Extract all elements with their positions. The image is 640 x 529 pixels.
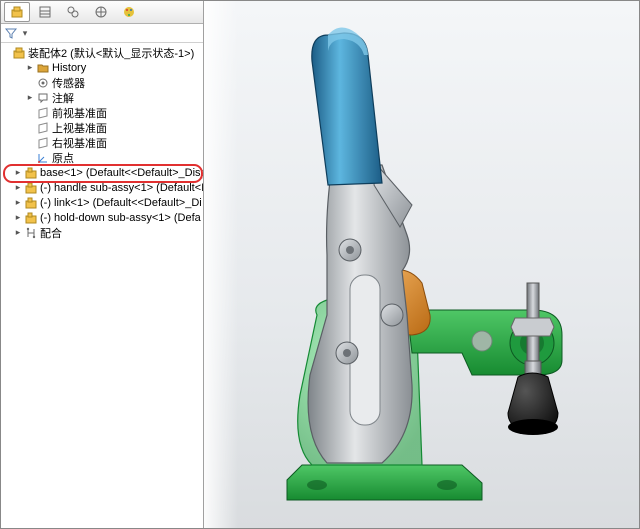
expand-icon[interactable] — [25, 108, 35, 118]
3d-viewport[interactable] — [204, 1, 639, 528]
tree-item[interactable]: ▸ History — [1, 60, 203, 75]
tree-item[interactable]: 右视基准面 — [1, 135, 203, 150]
filter-dropdown-icon[interactable]: ▾ — [20, 28, 30, 38]
tree-item-label: 传感器 — [52, 75, 85, 91]
tree-item-label: History — [52, 62, 86, 74]
tree-item-label: (-) hold-down sub-assy<1> (Defa — [40, 212, 201, 224]
tab-feature-manager[interactable] — [32, 2, 58, 22]
toggle-clamp-model[interactable] — [232, 15, 612, 515]
tab-display[interactable] — [88, 2, 114, 22]
tree-item[interactable]: 原点 — [1, 150, 203, 165]
tree-item[interactable]: ▸ (-) handle sub-assy<1> (Default<I — [1, 180, 203, 195]
tab-config[interactable] — [60, 2, 86, 22]
part-fixed-icon — [24, 166, 38, 180]
part-icon — [24, 181, 38, 195]
plane-icon — [36, 121, 50, 135]
expand-icon[interactable]: ▸ — [25, 63, 35, 73]
tab-assembly[interactable] — [4, 2, 30, 22]
annot-icon — [36, 91, 50, 105]
expand-icon[interactable]: ▸ — [13, 183, 23, 193]
tree-item-label: 配合 — [40, 225, 62, 241]
plane-icon — [36, 106, 50, 120]
origin-icon — [36, 151, 50, 165]
feature-tree-panel: ▾ 装配体2 (默认<默认_显示状态-1>) ▸ History传感器 ▸ 注解前视基准… — [1, 1, 204, 528]
expand-icon[interactable] — [1, 48, 11, 58]
funnel-icon[interactable] — [4, 26, 18, 40]
tree-item[interactable]: 前视基准面 — [1, 105, 203, 120]
expand-icon[interactable] — [25, 138, 35, 148]
mates-icon — [24, 226, 38, 240]
handle-grip[interactable] — [311, 27, 381, 185]
tree-item[interactable]: ▸ (-) link<1> (Default<<Default>_Di — [1, 195, 203, 210]
solidworks-window: ▾ 装配体2 (默认<默认_显示状态-1>) ▸ History传感器 ▸ 注解前视基准… — [0, 0, 640, 529]
tree-root[interactable]: 装配体2 (默认<默认_显示状态-1>) — [1, 45, 203, 60]
tree-item-label: 前视基准面 — [52, 105, 107, 121]
tree-item-label: (-) link<1> (Default<<Default>_Di — [40, 197, 202, 209]
tree-item[interactable]: ▸ (-) hold-down sub-assy<1> (Defa — [1, 210, 203, 225]
tree-item-label: base<1> (Default<<Default>_Disp — [40, 167, 203, 179]
part-icon — [24, 211, 38, 225]
tree-item-label: 注解 — [52, 90, 74, 106]
tree-item[interactable]: ▸ base<1> (Default<<Default>_Disp — [1, 165, 203, 180]
expand-icon[interactable]: ▸ — [13, 198, 23, 208]
tree-filter-row: ▾ — [1, 24, 203, 43]
folder-icon — [36, 61, 50, 75]
tree-root-label: 装配体2 (默认<默认_显示状态-1>) — [28, 45, 194, 61]
expand-icon[interactable] — [25, 78, 35, 88]
expand-icon[interactable]: ▸ — [13, 228, 23, 238]
part-icon — [24, 196, 38, 210]
tree-item-label: 右视基准面 — [52, 135, 107, 151]
expand-icon[interactable] — [25, 153, 35, 163]
tree-item[interactable]: ▸ 注解 — [1, 90, 203, 105]
tree-item[interactable]: ▸ 配合 — [1, 225, 203, 240]
panel-tabstrip — [1, 1, 203, 24]
tree-item[interactable]: 传感器 — [1, 75, 203, 90]
expand-icon[interactable]: ▸ — [13, 213, 23, 223]
expand-icon[interactable] — [25, 123, 35, 133]
tab-appearance[interactable] — [116, 2, 142, 22]
plane-icon — [36, 136, 50, 150]
assembly-icon — [12, 46, 26, 60]
tree-item[interactable]: 上视基准面 — [1, 120, 203, 135]
tree-item-label: 原点 — [52, 150, 74, 166]
base-plate[interactable] — [287, 465, 482, 500]
tree-item-label: 上视基准面 — [52, 120, 107, 136]
expand-icon[interactable]: ▸ — [13, 168, 23, 178]
sensor-icon — [36, 76, 50, 90]
feature-tree[interactable]: 装配体2 (默认<默认_显示状态-1>) ▸ History传感器 ▸ 注解前视基准面上… — [1, 43, 203, 528]
tree-item-label: (-) handle sub-assy<1> (Default<I — [40, 182, 203, 194]
expand-icon[interactable]: ▸ — [25, 93, 35, 103]
